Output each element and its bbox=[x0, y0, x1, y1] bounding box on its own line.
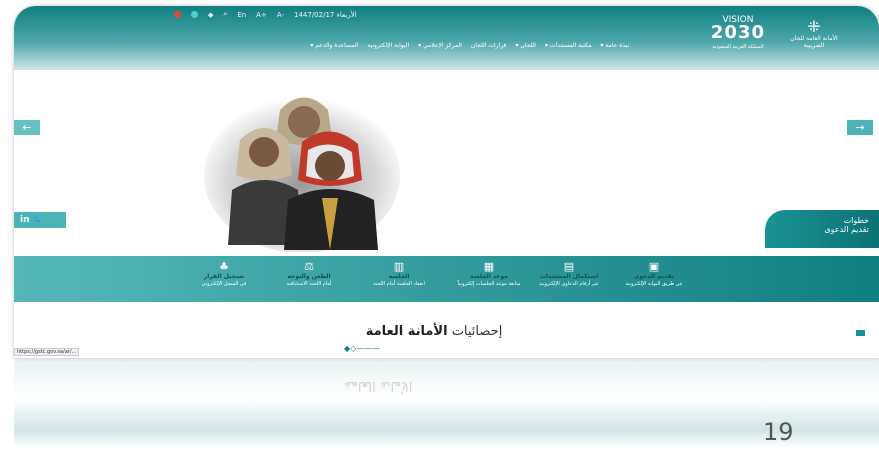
site-header: ◆ ⌕ En A+ A- 1447/02/17 ﺍﻷﺭﺑﻌﺎﺀ VISION 2… bbox=[14, 6, 879, 70]
service-title: ﺗﺴﺠﻴﻞ ﺍﻟﻘﺮﺍﺭ bbox=[203, 273, 245, 280]
top-utility-bar: ◆ ⌕ En A+ A- 1447/02/17 ﺍﻷﺭﺑﻌﺎﺀ bbox=[174, 10, 357, 19]
teal-dot-icon bbox=[191, 11, 198, 18]
hero-slider: ← → in 🐦 ﺧﻄﻮﺍﺕ ﺗﻘﺪﻳﻢ ﺍﻟﺪﻋﻮﻯ bbox=[14, 70, 879, 256]
font-decrease-button[interactable]: A- bbox=[277, 11, 284, 19]
nav-item-e-portal[interactable]: ﺍﻟﺒﻮﺍﺑﺔ ﺍﻹﻟﻜﺘﺮﻭﻧﻴﺔ bbox=[367, 42, 409, 49]
steps-label-line2: ﺗﻘﺪﻳﻢ ﺍﻟﺪﻋﻮﻯ bbox=[824, 225, 869, 234]
slider-next-button[interactable]: → bbox=[847, 120, 873, 135]
service-register-decision[interactable]: ♣ ﺗﺴﺠﻴﻞ ﺍﻟﻘﺮﺍﺭ ﻓﻲ ﺍﻟﺴﺠﻞ ﺍﻹﻟﻜﺘﺮﻭﻧﻲ bbox=[169, 261, 279, 288]
vision-subtitle: ﺍﻟﻤﻤﻠﻜﺔ ﺍﻟﻌﺮﺑﻴﺔ ﺍﻟﺴﻌﻮﺩﻳﺔ bbox=[712, 44, 764, 50]
heading-bold: ﺍﻷﻣﺎﻧﺔ ﺍﻟﻌﺎﻣﺔ bbox=[365, 324, 448, 339]
status-url-hint: https://gstc.gov.sa/ar/... bbox=[14, 348, 80, 356]
language-toggle[interactable]: En bbox=[237, 11, 246, 19]
nav-item-committee-decisions[interactable]: ﻗﺮﺍﺭﺍﺕ ﺍﻟﻠﺠﺎﻥ bbox=[471, 42, 507, 49]
browser-screenshot-frame: ◆ ⌕ En A+ A- 1447/02/17 ﺍﻷﺭﺑﻌﺎﺀ VISION 2… bbox=[14, 6, 879, 358]
statistics-heading: ﺇﺣﺼﺎﺋﻴﺎﺕ ﺍﻷﻣﺎﻧﺔ ﺍﻟﻌﺎﻣﺔ bbox=[334, 324, 534, 339]
slider-prev-button[interactable]: ← bbox=[14, 120, 40, 135]
statistics-section: https://gstc.gov.sa/ar/... ﺇﺣﺼﺎﺋﻴﺎﺕ ﺍﻷﻣﺎ… bbox=[14, 302, 879, 358]
search-icon[interactable]: ⌕ bbox=[223, 10, 227, 19]
nav-item-document-library[interactable]: ﻣﻜﺘﺒﺔ ﺍﻟﻤﺴﺘﻨﺪﺍﺕ ▾ bbox=[545, 42, 592, 49]
date-display: 1447/02/17 ﺍﻷﺭﺑﻌﺎﺀ bbox=[294, 10, 357, 19]
leaders-portrait-image bbox=[204, 97, 400, 252]
heading-ornament-icon: ◆◇——— bbox=[344, 344, 381, 353]
nav-item-committees[interactable]: ﺍﻟﻠﺠﺎﻥ ▾ bbox=[515, 42, 536, 49]
nav-item-help-support[interactable]: ﺍﻟﻤﺴﺎﻋﺪﺓ ﻭﺍﻟﺪﻋﻢ ▾ bbox=[310, 42, 358, 49]
main-navigation: ﻧﺒﺬﺓ ﻋﺎﻣﺔ ▾ ﻣﻜﺘﺒﺔ ﺍﻟﻤﺴﺘﻨﺪﺍﺕ ▾ ﺍﻟﻠﺠﺎﻥ ▾ ﻗ… bbox=[244, 42, 629, 49]
services-bar: ▣ ﺗﻘﺪﻳﻢ ﺍﻟﺪﻋﻮﻯ ﻋﻦ ﻃﺮﻳﻖ ﺍﻟﺒﻮﺍﺑﺔ ﺍﻹﻟﻜﺘﺮﻭﻧﻴ… bbox=[14, 256, 879, 302]
service-desc: ﻓﻲ ﺍﻟﺴﺠﻞ ﺍﻹﻟﻜﺘﺮﻭﻧﻲ bbox=[201, 281, 247, 287]
decision-icon: ♣ bbox=[219, 260, 229, 273]
social-links[interactable]: in 🐦 bbox=[14, 212, 66, 228]
section-marker-icon bbox=[856, 330, 865, 336]
secretariat-logo[interactable]: ⁜ ﺍﻷﻣﺎﻧﺔ ﺍﻟﻌﺎﻣﺔ ﻟﻠﺠﺎﻥ ﺍﻟﻀﺮﻳﺒﻴﺔ bbox=[783, 16, 845, 49]
header-logos: VISION 2030 ﺍﻟﻤﻤﻠﻜﺔ ﺍﻟﻌﺮﺑﻴﺔ ﺍﻟﺴﻌﻮﺩﻳﺔ ⁜ ﺍ… bbox=[711, 16, 845, 51]
nav-item-media-center[interactable]: ﺍﻟﻤﺮﻛﺰ ﺍﻹﻋﻼﻣﻲ ▾ bbox=[418, 42, 462, 49]
vision-2030-logo[interactable]: VISION 2030 ﺍﻟﻤﻤﻠﻜﺔ ﺍﻟﻌﺮﺑﻴﺔ ﺍﻟﺴﻌﻮﺩﻳﺔ bbox=[711, 16, 765, 51]
font-increase-button[interactable]: A+ bbox=[256, 11, 267, 19]
accessibility-icon[interactable]: ◆ bbox=[208, 11, 213, 19]
screenshot-reflection: ﺍﻷﻣﺎﻧﺔ ﺍﻟﻌﺎﻣﺔ bbox=[14, 358, 879, 448]
nav-item-about[interactable]: ﻧﺒﺬﺓ ﻋﺎﻣﺔ ▾ bbox=[601, 42, 629, 49]
secretariat-mark-icon: ⁜ bbox=[807, 16, 821, 36]
slide-page-number: 19 bbox=[763, 418, 794, 446]
reflected-heading: ﺍﻷﻣﺎﻧﺔ ﺍﻟﻌﺎﻣﺔ bbox=[344, 378, 413, 393]
vision-year: 2030 bbox=[710, 22, 765, 43]
heading-light: ﺇﺣﺼﺎﺋﻴﺎﺕ bbox=[451, 324, 503, 339]
secretariat-name: ﺍﻷﻣﺎﻧﺔ ﺍﻟﻌﺎﻣﺔ ﻟﻠﺠﺎﻥ ﺍﻟﻀﺮﻳﺒﻴﺔ bbox=[790, 34, 838, 49]
steps-label-line1: ﺧﻄﻮﺍﺕ bbox=[843, 216, 869, 225]
claim-steps-button[interactable]: ﺧﻄﻮﺍﺕ ﺗﻘﺪﻳﻢ ﺍﻟﺪﻋﻮﻯ bbox=[765, 210, 879, 248]
red-dot-icon bbox=[174, 11, 181, 18]
